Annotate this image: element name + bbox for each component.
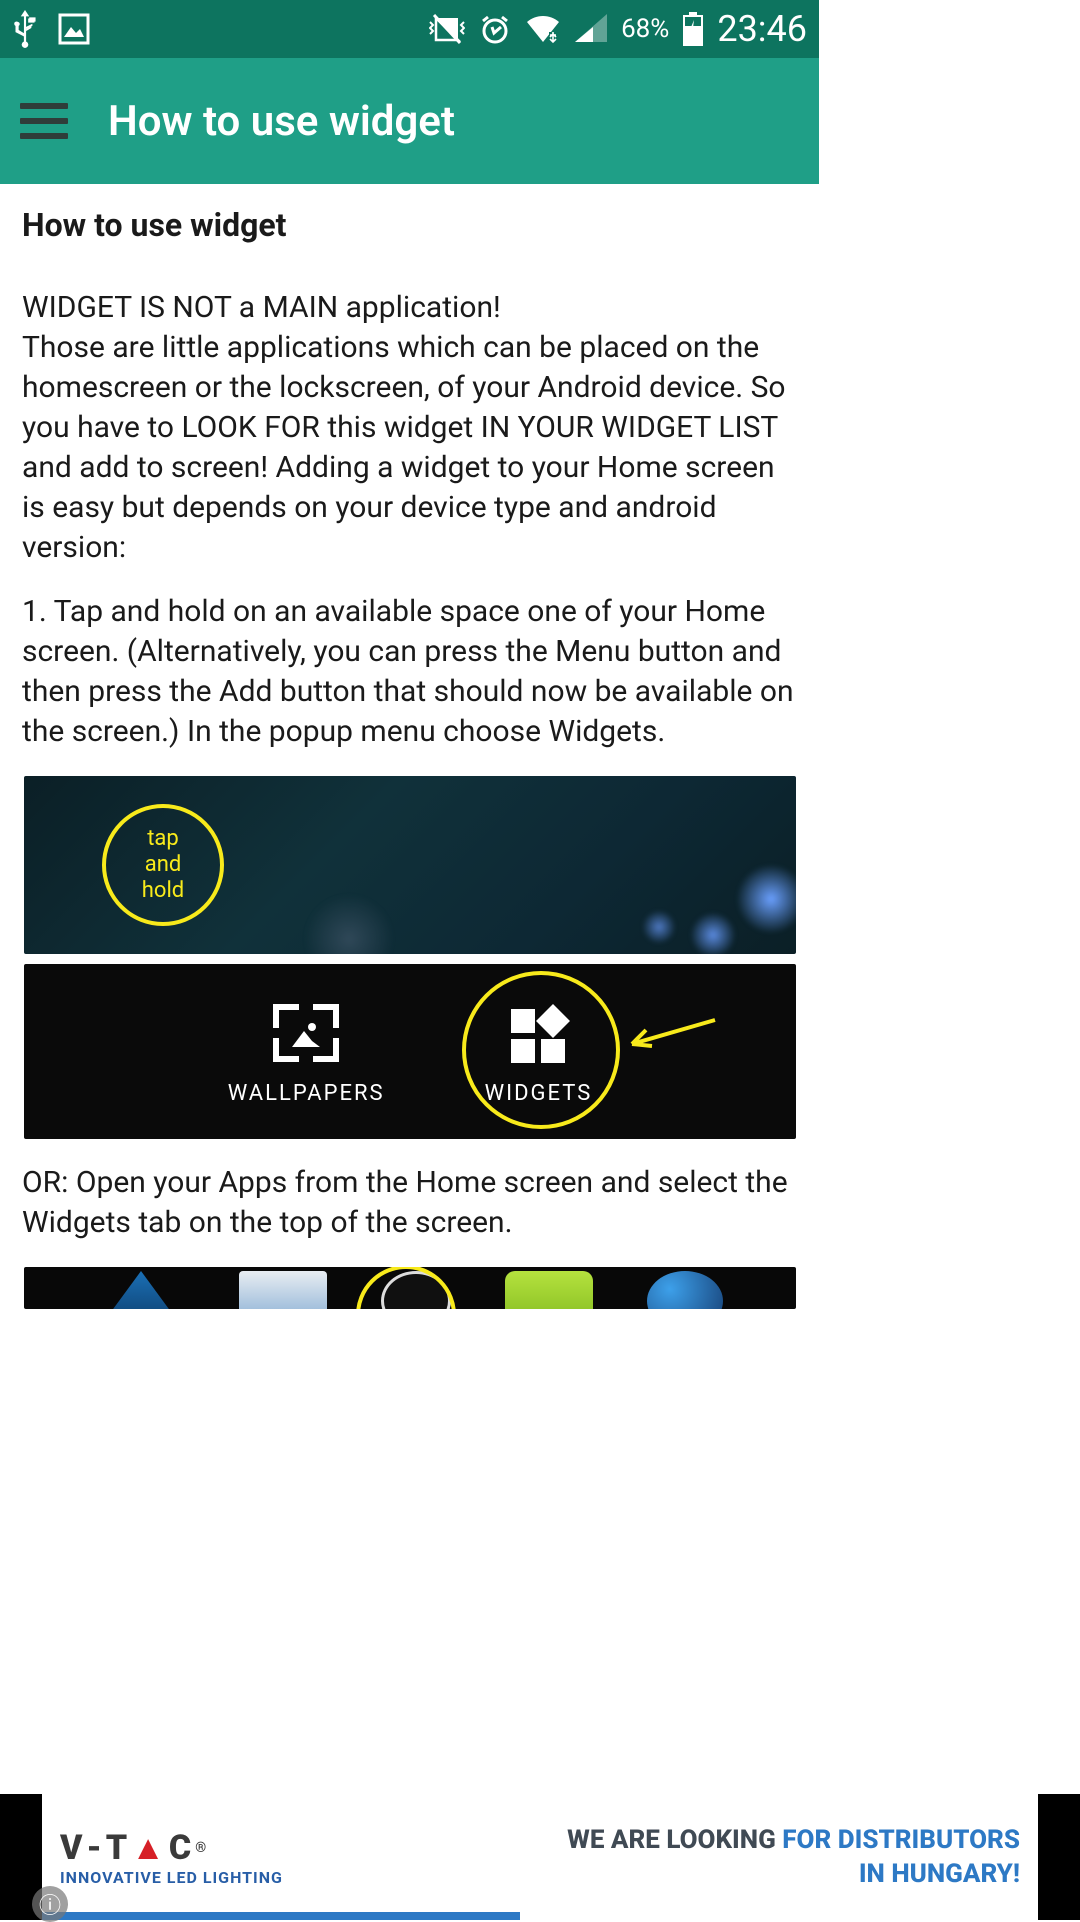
page-heading: How to use widget: [22, 206, 797, 244]
status-bar: 68% 23:46: [0, 0, 819, 58]
wifi-icon: [525, 14, 561, 44]
content-scroll[interactable]: How to use widget WIDGET IS NOT a MAIN a…: [0, 184, 819, 1330]
illustration-menu-options: WALLPAPERS WIDGETS: [24, 964, 796, 1139]
widgets-highlight-circle: [462, 971, 620, 1129]
menu-icon[interactable]: [20, 103, 68, 139]
ad-banner[interactable]: ⓘ V - T ▲ C ® INNOVATIVE LED LIGHTING WE…: [0, 1794, 1080, 1920]
ad-tagline: INNOVATIVE LED LIGHTING: [60, 1868, 283, 1887]
app-icon-2: [239, 1271, 327, 1309]
alarm-icon: [479, 13, 511, 45]
ad-logo: V - T ▲ C ® INNOVATIVE LED LIGHTING: [60, 1828, 283, 1887]
usb-icon: [12, 10, 38, 48]
ad-info-icon[interactable]: ⓘ: [32, 1886, 68, 1922]
app-bar-title: How to use widget: [108, 97, 455, 146]
status-right-icons: 68% 23:46: [429, 8, 807, 50]
apps-highlight-circle: [356, 1267, 456, 1309]
clock-time: 23:46: [717, 8, 807, 50]
ad-stripe: [42, 1912, 1038, 1920]
step-1-text: 1. Tap and hold on an available space on…: [22, 592, 797, 752]
wallpapers-label: WALLPAPERS: [228, 1081, 385, 1106]
app-icon-1: [97, 1271, 185, 1309]
illustration-tap-hold: tap and hold: [24, 776, 796, 954]
vibrate-icon: [429, 14, 465, 44]
tap-hold-callout: tap and hold: [102, 804, 224, 926]
app-icon-4: [505, 1271, 593, 1309]
ad-text: WE ARE LOOKING FOR DISTRIBUTORS IN HUNGA…: [567, 1823, 1020, 1891]
picture-icon: [58, 13, 90, 45]
or-text: OR: Open your Apps from the Home screen …: [22, 1163, 797, 1243]
status-left-icons: [12, 10, 90, 48]
illustration-apps-row: [24, 1267, 796, 1309]
app-icon-5: [647, 1271, 723, 1309]
wallpapers-option: WALLPAPERS: [228, 997, 385, 1106]
app-bar: How to use widget: [0, 58, 819, 184]
battery-charging-icon: [683, 12, 703, 46]
intro-paragraph: WIDGET IS NOT a MAIN application! Those …: [22, 288, 797, 568]
battery-percentage: 68%: [621, 14, 669, 44]
signal-icon: [575, 14, 607, 44]
arrow-icon: [620, 1012, 720, 1052]
